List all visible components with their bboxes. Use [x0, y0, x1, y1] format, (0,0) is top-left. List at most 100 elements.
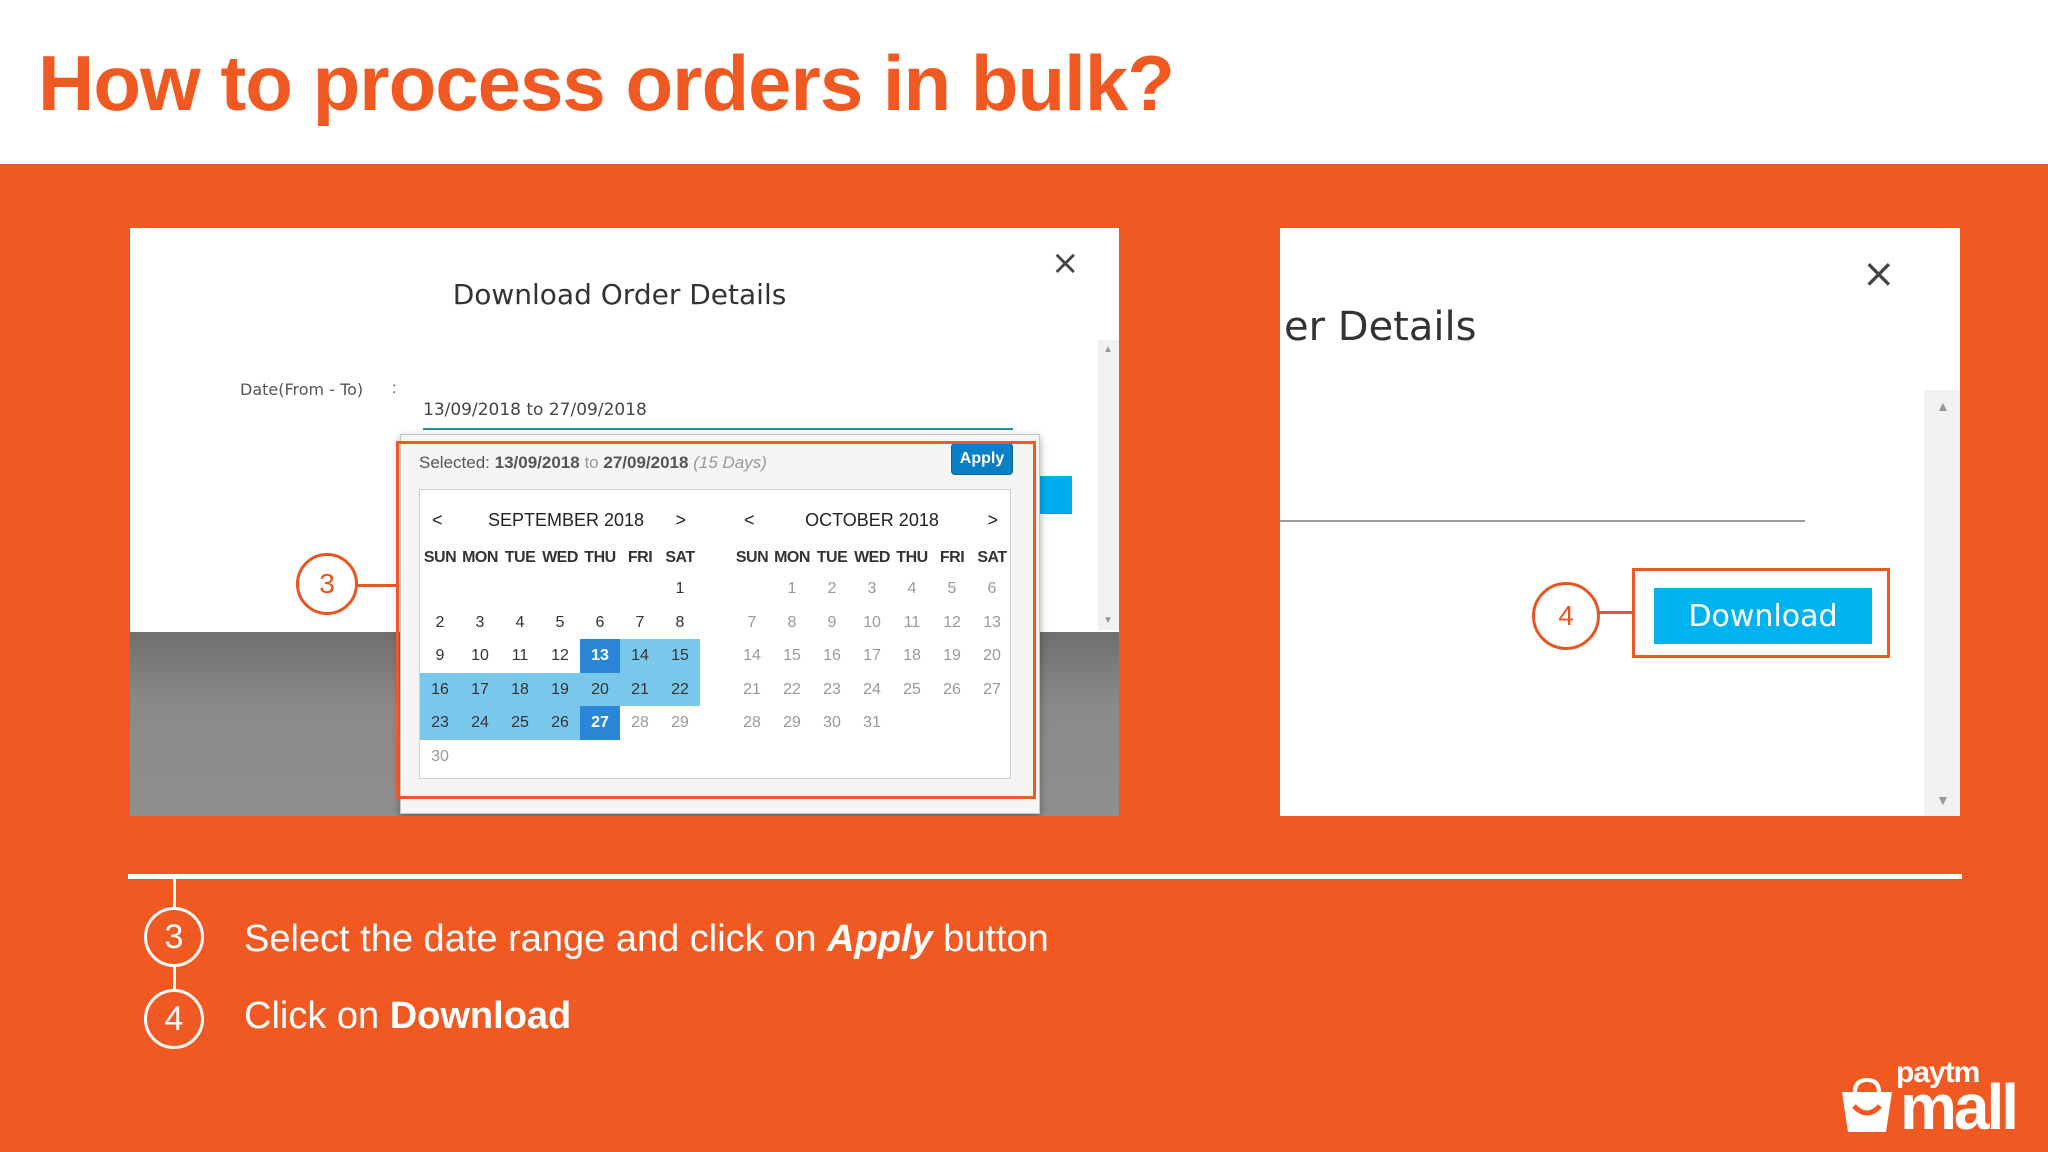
day-cell[interactable]: 1 [660, 572, 700, 606]
date-range-input[interactable]: 13/09/2018 to 27/09/2018 [423, 392, 1013, 430]
empty-day-cell [540, 572, 580, 606]
day-cell[interactable]: 23 [812, 673, 852, 707]
day-cell[interactable]: 28 [620, 706, 660, 740]
day-cell[interactable]: 28 [732, 706, 772, 740]
day-cell[interactable]: 24 [852, 673, 892, 707]
day-cell[interactable]: 6 [972, 572, 1012, 606]
scrollbar[interactable]: ▲ ▼ [1924, 390, 1960, 816]
empty-day-cell [732, 572, 772, 606]
empty-day-cell [932, 706, 972, 740]
day-cell[interactable]: 27 [972, 673, 1012, 707]
scroll-down-icon[interactable]: ▼ [1936, 792, 1950, 808]
day-cell[interactable]: 2 [812, 572, 852, 606]
day-cell[interactable]: 22 [660, 672, 700, 706]
day-cell[interactable]: 25 [892, 673, 932, 707]
week-row: 123456 [732, 572, 1012, 606]
day-cell[interactable]: 5 [932, 572, 972, 606]
apply-button[interactable]: Apply [951, 443, 1013, 475]
day-cell[interactable]: 16 [420, 672, 460, 706]
day-cell[interactable]: 31 [852, 706, 892, 740]
day-cell[interactable]: 16 [812, 639, 852, 673]
step-3-post: button [932, 918, 1049, 960]
weekday-label: TUE [504, 549, 536, 566]
label-colon: : [392, 380, 397, 397]
empty-day-cell [540, 740, 580, 774]
day-cell[interactable]: 9 [812, 606, 852, 640]
day-cell[interactable]: 21 [732, 673, 772, 707]
day-cell[interactable]: 20 [580, 672, 620, 706]
day-cell[interactable]: 14 [620, 639, 660, 673]
day-grid: 1 2 3 4 5 6 7 8 9 10 11 12 13 14 15 16 17 18 19 20 21 22 23 24 2… [732, 572, 1012, 740]
day-cell[interactable]: 9 [420, 639, 460, 673]
empty-day-cell [500, 740, 540, 774]
day-cell[interactable]: 19 [932, 639, 972, 673]
day-cell[interactable]: 23 [420, 706, 460, 740]
day-cell[interactable]: 4 [500, 606, 540, 640]
day-cell[interactable]: 1 [772, 572, 812, 606]
day-cell[interactable]: 26 [932, 673, 972, 707]
day-cell[interactable]: 10 [460, 639, 500, 673]
day-cell[interactable]: 3 [852, 572, 892, 606]
day-cell[interactable]: 29 [772, 706, 812, 740]
day-cell[interactable]: 13 [972, 606, 1012, 640]
weekday-label: WED [542, 549, 578, 566]
download-button[interactable]: Download [1654, 588, 1872, 644]
day-cell[interactable]: 3 [460, 606, 500, 640]
day-cell[interactable]: 29 [660, 706, 700, 740]
day-cell[interactable]: 25 [500, 706, 540, 740]
day-cell[interactable]: 18 [500, 672, 540, 706]
day-cell[interactable]: 30 [812, 706, 852, 740]
week-row: 7 8 9 10 11 12 13 [732, 606, 1012, 640]
empty-day-cell [620, 740, 660, 774]
day-cell[interactable]: 2 [420, 606, 460, 640]
day-cell[interactable]: 8 [772, 606, 812, 640]
day-cell[interactable]: 12 [540, 639, 580, 673]
day-cell[interactable]: 15 [772, 639, 812, 673]
day-cell[interactable]: 7 [732, 606, 772, 640]
day-cell[interactable]: 18 [892, 639, 932, 673]
day-cell[interactable]: 10 [852, 606, 892, 640]
day-cell[interactable]: 27 [580, 706, 620, 740]
close-icon[interactable]: × [1862, 254, 1896, 294]
week-row: 1 [420, 572, 700, 606]
paytm-mall-logo: paytm mall [1840, 1056, 2020, 1143]
day-cell[interactable]: 4 [892, 572, 932, 606]
next-month-button[interactable]: > [987, 510, 998, 531]
callout-4: 4 [1532, 582, 1600, 650]
day-cell[interactable]: 8 [660, 606, 700, 640]
day-cell[interactable]: 30 [420, 740, 460, 774]
week-row: 9 10 11 12 13 14 15 [420, 639, 700, 673]
close-icon[interactable]: × [1051, 246, 1080, 280]
weekday-label: THU [896, 549, 928, 566]
weekday-header: SUN MON TUE WED THU FRI SAT [420, 544, 700, 572]
month-name: OCTOBER 2018 [805, 510, 939, 530]
day-cell[interactable]: 22 [772, 673, 812, 707]
day-cell[interactable]: 14 [732, 639, 772, 673]
next-month-button[interactable]: > [675, 510, 686, 531]
step-3-pre: Select the date range and click on [244, 918, 828, 960]
day-cell[interactable]: 26 [540, 706, 580, 740]
selected-from-date: 13/09/2018 [494, 453, 580, 472]
step-4-pre: Click on [244, 995, 390, 1037]
step-number-4: 4 [144, 989, 204, 1049]
scroll-down-icon[interactable]: ▼ [1103, 615, 1113, 626]
day-cell[interactable]: 20 [972, 639, 1012, 673]
day-cell[interactable]: 11 [892, 606, 932, 640]
day-cell[interactable]: 5 [540, 606, 580, 640]
scroll-up-icon[interactable]: ▲ [1103, 344, 1113, 355]
day-cell[interactable]: 24 [460, 706, 500, 740]
day-cell[interactable]: 17 [852, 639, 892, 673]
day-cell[interactable]: 7 [620, 606, 660, 640]
day-cell[interactable]: 17 [460, 672, 500, 706]
day-cell[interactable]: 21 [620, 672, 660, 706]
day-cell[interactable]: 11 [500, 639, 540, 673]
day-cell[interactable]: 12 [932, 606, 972, 640]
day-cell[interactable]: 19 [540, 672, 580, 706]
scroll-up-icon[interactable]: ▲ [1936, 398, 1950, 414]
divider-line [128, 874, 1962, 879]
weekday-label: FRI [627, 549, 653, 566]
day-cell[interactable]: 13 [580, 639, 620, 673]
day-cell[interactable]: 6 [580, 606, 620, 640]
scrollbar[interactable]: ▲ ▼ [1098, 340, 1119, 630]
day-cell[interactable]: 15 [660, 639, 700, 673]
